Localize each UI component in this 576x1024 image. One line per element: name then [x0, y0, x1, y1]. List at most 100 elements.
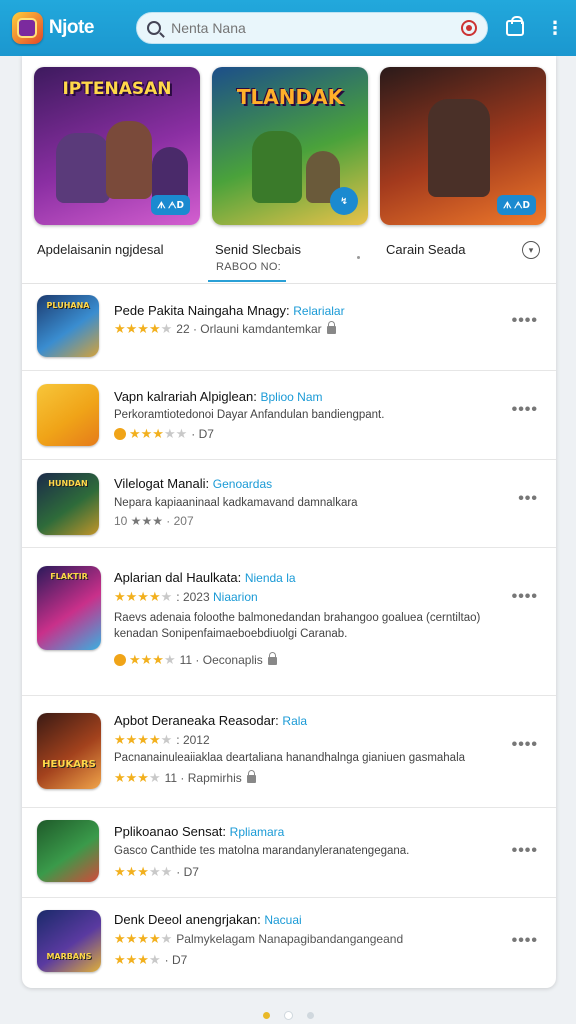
- page-dot[interactable]: [262, 1012, 270, 1019]
- app-title: Vilelogat Manali: Genoardas: [114, 476, 272, 491]
- tab-category-left[interactable]: Apdelaisanin ngjdesal: [37, 242, 163, 257]
- lock-icon: [246, 770, 256, 783]
- rating-stars: ★★★★★: [114, 931, 173, 946]
- app-icon-label: HEUKARS: [42, 759, 96, 770]
- more-options-icon[interactable]: ••••: [512, 736, 538, 754]
- app-meta-text: 22 · Orlauni kamdantemkar: [176, 322, 322, 336]
- featured-tile[interactable]: IPTENASAN ᗑ ᗅᗞ: [34, 67, 200, 225]
- app-icon-label: PLUHANA: [46, 301, 90, 310]
- featured-art: [56, 133, 110, 203]
- app-description: Pacnanainuleaiiaklaa deartaliana hanandh…: [114, 752, 466, 764]
- page-dot[interactable]: [283, 1011, 293, 1020]
- featured-tile[interactable]: ᗑ ᗅᗞ: [380, 67, 546, 225]
- page-indicator: [0, 1011, 576, 1020]
- separator-dot: [357, 256, 360, 259]
- app-meta-secondary: ★★★★ · D7: [114, 952, 187, 968]
- list-item[interactable]: MARBANS Denk Deeol anengrjakan: Nacuai ★…: [22, 898, 556, 986]
- search-bar[interactable]: [136, 12, 489, 44]
- tab-category-middle-sub: RABOO NO:: [216, 261, 282, 273]
- app-icon-label: MARBANS: [46, 952, 92, 961]
- app-tag[interactable]: Nacuai: [264, 913, 301, 927]
- list-item[interactable]: FLAKTIR Aplarian dal Haulkata: Nienda la…: [22, 548, 556, 696]
- app-tag[interactable]: Bplioo Nam: [260, 390, 322, 404]
- app-title: Njote: [48, 17, 95, 38]
- rating-stars: ★★★★★: [129, 426, 188, 441]
- search-input[interactable]: [171, 20, 462, 36]
- search-icon: [147, 21, 162, 35]
- category-tabs: Apdelaisanin ngjdesal Senid Slecbais RAB…: [22, 234, 556, 284]
- app-description: Gasco Canthide tes matolna marandanylera…: [114, 845, 410, 857]
- app-icon-label: FLAKTIR: [50, 572, 88, 581]
- app-icon: MARBANS: [37, 910, 101, 972]
- voice-search-icon[interactable]: [461, 20, 478, 36]
- more-options-icon[interactable]: •••: [518, 490, 538, 508]
- app-title: Pede Pakita Naingaha Mnagy: Relarialar: [114, 303, 345, 318]
- rating-stars: ★★★★: [114, 770, 161, 785]
- app-icon: [37, 820, 99, 882]
- app-meta: ★★★★★ · D7: [114, 426, 214, 442]
- app-meta-secondary: ★★★★ 11 · Rapmirhis: [114, 770, 256, 786]
- featured-art: [252, 131, 302, 203]
- more-options-icon[interactable]: ••••: [512, 401, 538, 419]
- app-meta-text: : 2023: [176, 590, 210, 604]
- app-name: Vapn kalrariah Alpiglean:: [114, 389, 257, 404]
- app-meta: 10 ★★★ · 207: [114, 514, 194, 528]
- list-item[interactable]: HEUKARS Apbot Deraneaka Reasodar: Rala ★…: [22, 696, 556, 808]
- tab-category-right[interactable]: Carain Seada: [386, 242, 466, 257]
- list-item[interactable]: PLUHANA Pede Pakita Naingaha Mnagy: Rela…: [22, 284, 556, 371]
- app-logo[interactable]: [12, 12, 43, 44]
- app-name: Aplarian dal Haulkata:: [114, 570, 242, 585]
- app-tag[interactable]: Genoardas: [213, 477, 272, 491]
- app-meta-text: Palmykelagam Nanapagibandangangeand: [176, 932, 404, 946]
- more-options-icon[interactable]: ••••: [512, 588, 538, 606]
- more-options-icon[interactable]: ••••: [512, 312, 538, 330]
- featured-badge: ᗑ ᗅᗞ: [497, 195, 536, 215]
- rating-stars: ★★★★★: [114, 321, 173, 336]
- app-meta: ★★★★★ Palmykelagam Nanapagibandangangeand: [114, 931, 403, 947]
- app-meta: ★★★★★ · D7: [114, 864, 199, 880]
- app-icon-label: HUNDAN: [48, 479, 88, 488]
- page-dot[interactable]: [306, 1012, 314, 1019]
- more-options-icon[interactable]: ••••: [512, 932, 538, 950]
- app-name: Pede Pakita Naingaha Mnagy:: [114, 303, 290, 318]
- rating-stars: ★★★★★: [114, 732, 173, 747]
- list-item[interactable]: HUNDAN Vilelogat Manali: Genoardas Nepar…: [22, 460, 556, 548]
- rating-stars: ★★★★: [114, 952, 161, 967]
- app-tag[interactable]: Nienda la: [245, 571, 296, 585]
- chevron-down-icon[interactable]: ▾: [522, 241, 540, 259]
- app-tag[interactable]: Relarialar: [293, 304, 344, 318]
- app-title: Vapn kalrariah Alpiglean: Bplioo Nam: [114, 389, 323, 404]
- featured-badge: ↯: [330, 187, 358, 215]
- app-description: Nepara kapiaaninaal kadkamavand damnalka…: [114, 497, 358, 509]
- app-meta: ★★★★★ 22 · Orlauni kamdantemkar: [114, 321, 336, 337]
- app-meta-text: 11 · Rapmirhis: [164, 771, 242, 785]
- featured-title: TLANDAK: [236, 85, 344, 109]
- app-tag[interactable]: Rala: [282, 714, 307, 728]
- app-tag[interactable]: Rpliamara: [230, 825, 285, 839]
- app-meta: ★★★★★: 2012: [114, 732, 210, 748]
- app-description: Perkoramtiotedonoi Dayar Anfandulan band…: [114, 409, 385, 421]
- app-name: Apbot Deraneaka Reasodar:: [114, 713, 279, 728]
- app-name: Denk Deeol anengrjakan:: [114, 912, 261, 927]
- list-item[interactable]: Vapn kalrariah Alpiglean: Bplioo Nam Per…: [22, 371, 556, 460]
- coin-icon: [114, 654, 126, 666]
- coin-icon: [114, 428, 126, 440]
- tab-category-middle[interactable]: Senid Slecbais: [215, 242, 301, 257]
- more-options-icon[interactable]: ⋮: [546, 19, 564, 37]
- featured-carousel: IPTENASAN ᗑ ᗅᗞ TLANDAK ↯ ᗑ ᗅᗞ: [34, 67, 546, 227]
- app-meta-text: 11 · Oeconaplis: [179, 653, 263, 667]
- app-meta-tag: Niaarion: [213, 590, 258, 604]
- app-icon: PLUHANA: [37, 295, 99, 357]
- app-title: Aplarian dal Haulkata: Nienda la: [114, 570, 296, 585]
- app-meta-text: : 2012: [176, 733, 210, 747]
- app-icon: [37, 384, 99, 446]
- store-icon[interactable]: [506, 16, 525, 36]
- list-item[interactable]: Pplikoanao Sensat: Rpliamara Gasco Canth…: [22, 808, 556, 898]
- app-meta-text: · D7: [191, 427, 214, 441]
- app-logo-mark: [17, 18, 38, 38]
- more-options-icon[interactable]: ••••: [512, 842, 538, 860]
- app-icon: FLAKTIR: [37, 566, 101, 650]
- featured-badge: ᗑ ᗅᗞ: [151, 195, 190, 215]
- featured-tile[interactable]: TLANDAK ↯: [212, 67, 368, 225]
- app-meta-secondary: ★★★★ 11 · Oeconaplis: [114, 652, 277, 668]
